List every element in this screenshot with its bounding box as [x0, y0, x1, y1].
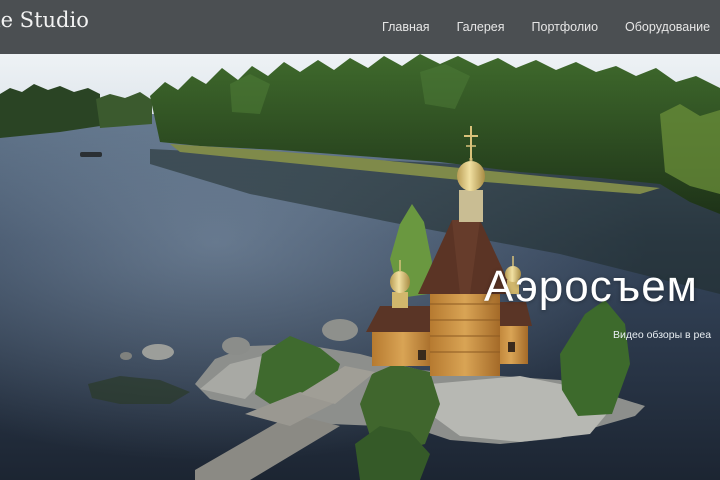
nav-link-home[interactable]: Главная: [382, 20, 430, 34]
nav-link-gallery[interactable]: Галерея: [457, 20, 505, 34]
hero-title: Аэросъем: [484, 262, 698, 311]
hero-banner: Аэросъем Видео обзоры в реа: [0, 54, 720, 480]
main-navigation: Главная Галерея Портфолио Оборудование К: [382, 0, 720, 54]
nav-link-portfolio[interactable]: Портфолио: [532, 20, 599, 34]
nav-link-equipment[interactable]: Оборудование: [625, 20, 710, 34]
page: vie Studio Главная Галерея Портфолио Обо…: [0, 0, 720, 480]
hero-subtitle: Видео обзоры в реа: [613, 329, 712, 341]
site-logo-text[interactable]: vie Studio: [0, 8, 89, 32]
top-navbar: vie Studio Главная Галерея Портфолио Обо…: [0, 0, 720, 54]
